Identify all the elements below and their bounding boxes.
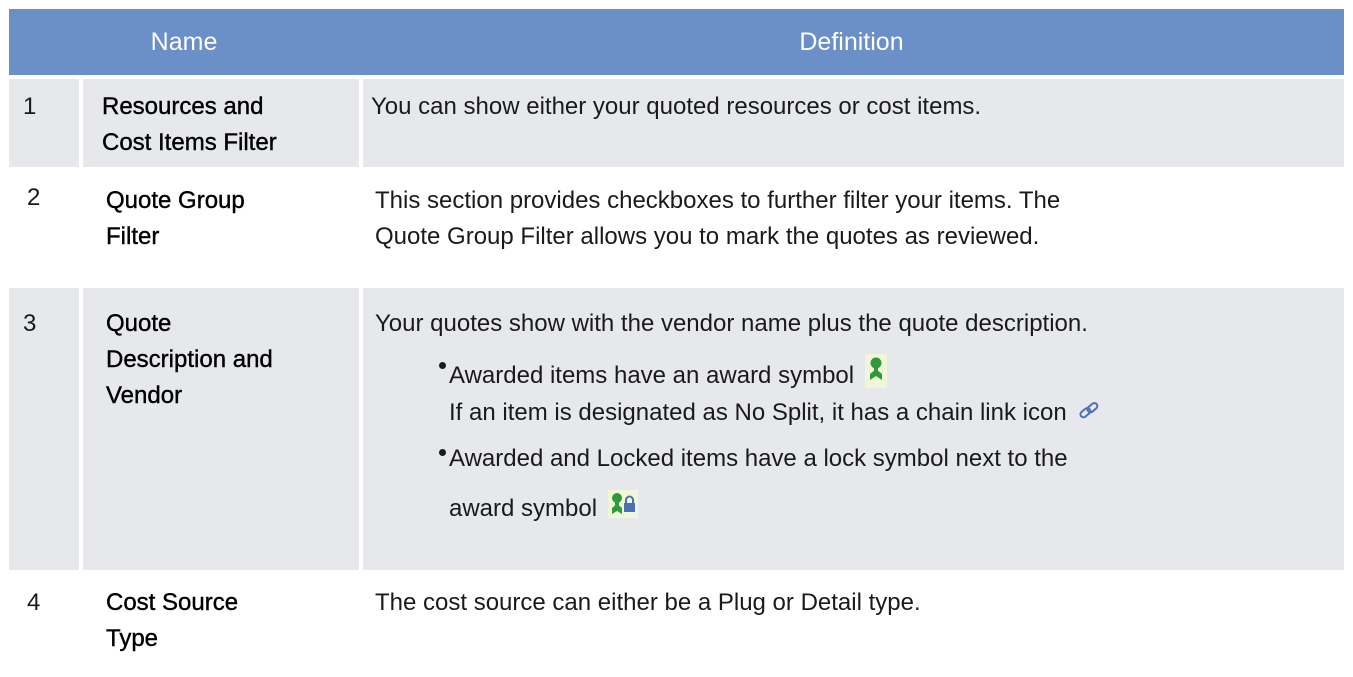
row-name: Cost Source Type: [106, 585, 238, 657]
bullet-line: If an item is designated as No Split, it…: [449, 395, 1101, 432]
row-name-line: Filter: [106, 223, 160, 250]
bullet-text: award symbol: [449, 494, 598, 522]
row-number: 4: [27, 589, 41, 616]
row-definition-line: Quote Group Filter allows you to mark th…: [375, 223, 1040, 250]
bullet-line: Awarded and Locked items have a lock sym…: [449, 441, 1068, 477]
row-name-line: Cost Items Filter: [102, 129, 277, 156]
header-name: Name: [150, 28, 218, 56]
column-divider: [359, 79, 363, 167]
row-name-line: Type: [106, 625, 159, 652]
row-definition: The cost source can either be a Plug or …: [375, 589, 921, 616]
row-number: 1: [23, 93, 37, 120]
row-name: Quote Description and Vendor: [106, 306, 273, 414]
row-name-line: Resources and: [102, 93, 264, 120]
bullet-text: Awarded items have an award symbol: [449, 361, 855, 389]
row-name: Quote Group Filter: [106, 183, 245, 255]
row-definition: Your quotes show with the vendor name pl…: [375, 310, 1088, 337]
table-row: 3 Quote Description and Vendor Your quot…: [9, 288, 1344, 570]
row-name-line: Quote: [106, 310, 172, 337]
row-number: 2: [27, 184, 41, 211]
row-name: Resources and Cost Items Filter: [102, 89, 277, 161]
award-ribbon-icon: [864, 354, 887, 399]
table-row: 1 Resources and Cost Items Filter You ca…: [9, 79, 1344, 167]
table-header: Name Definition: [9, 9, 1344, 75]
row-name-line: Cost Source: [106, 589, 239, 616]
bullet-text: Awarded and Locked items have a lock sym…: [449, 445, 1068, 472]
row-number: 3: [23, 310, 37, 337]
bullet-dot: [439, 449, 446, 456]
bullet-line: Awarded items have an award symbol: [449, 354, 887, 399]
column-divider: [79, 288, 83, 570]
column-divider: [359, 288, 363, 570]
row-definition-line: This section provides checkboxes to furt…: [375, 187, 1061, 214]
definition-table: Name Definition 1 Resources and Cost Ite…: [0, 0, 1353, 677]
bullet-text: If an item is designated as No Split, it…: [449, 399, 1067, 426]
bullet-dot: [439, 362, 446, 369]
table-row: 2 Quote Group Filter This section provid…: [9, 170, 1344, 278]
bullet-line: award symbol: [449, 490, 638, 529]
row-definition: This section provides checkboxes to furt…: [375, 183, 1060, 255]
row-name-line: Vendor: [106, 382, 183, 409]
column-divider: [79, 79, 83, 167]
award-lock-icon: [607, 490, 638, 529]
header-definition: Definition: [799, 28, 904, 56]
row-name-line: Quote Group: [106, 187, 245, 214]
row-definition: You can show either your quoted resource…: [371, 93, 982, 120]
row-name-line: Description and: [106, 346, 273, 373]
table-row: 4 Cost Source Type The cost source can e…: [9, 574, 1344, 674]
chain-link-icon: [1077, 396, 1101, 432]
